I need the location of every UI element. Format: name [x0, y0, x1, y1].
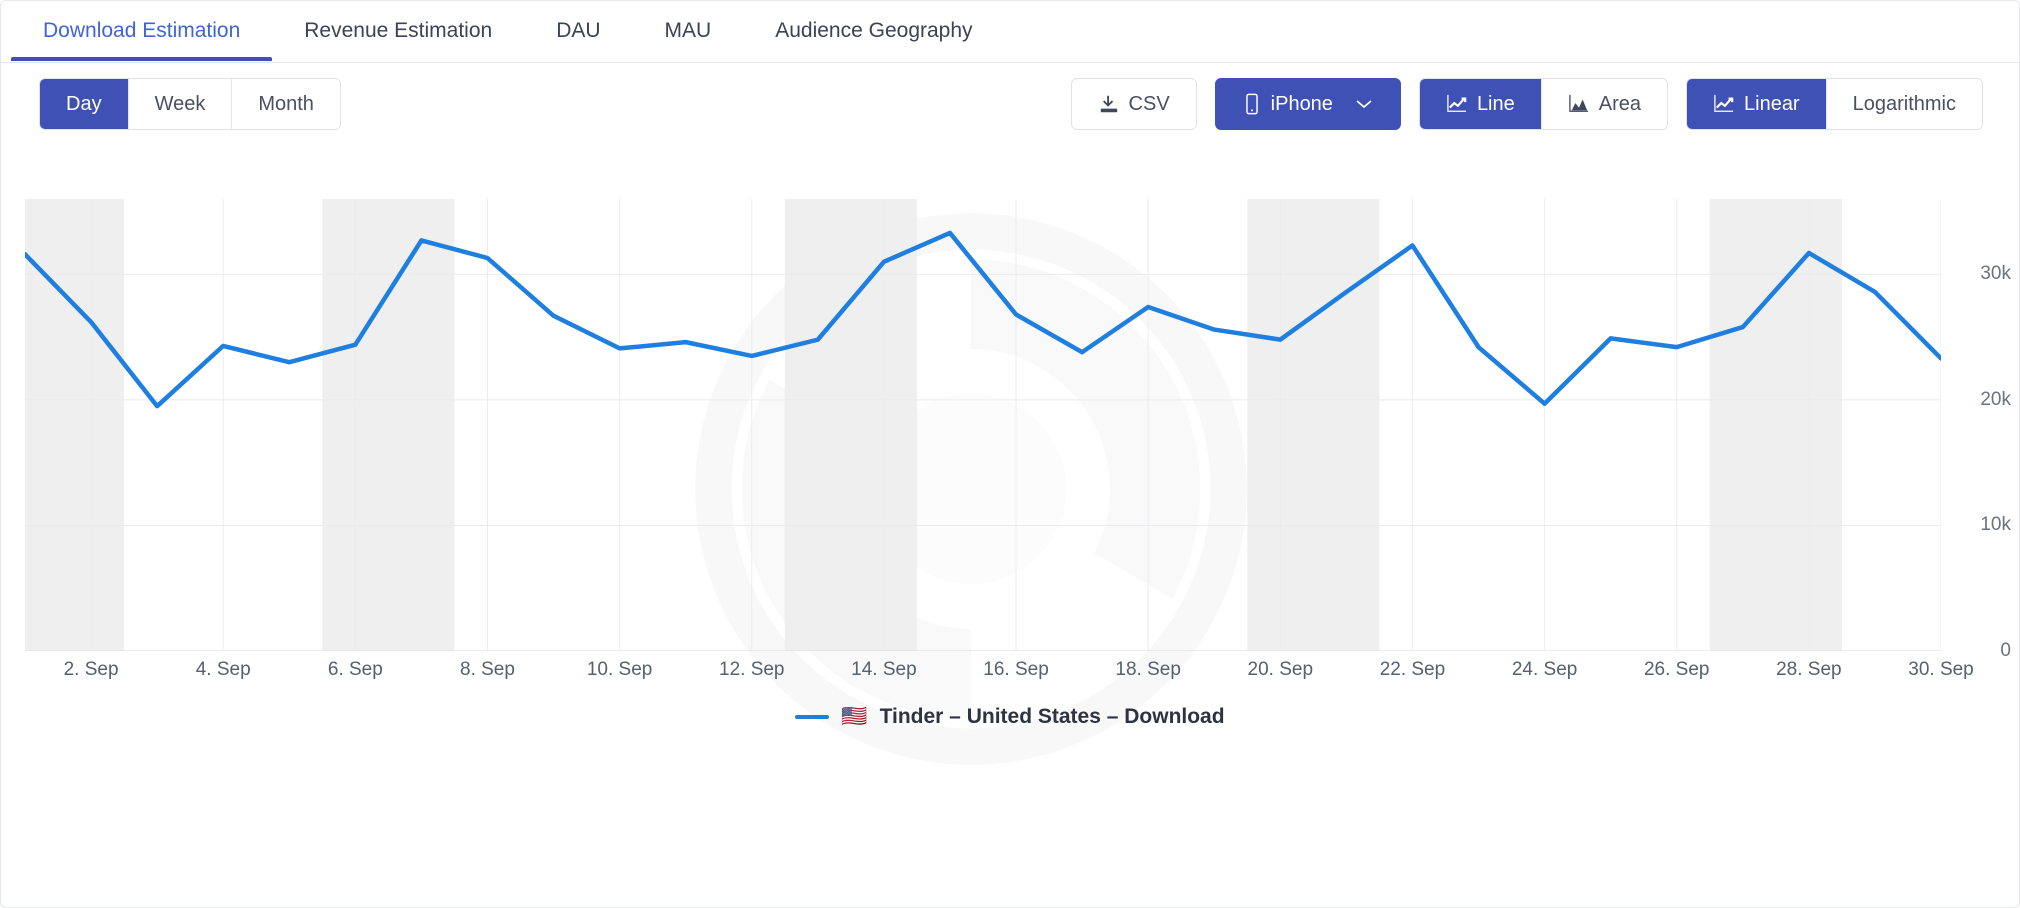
scale-logarithmic-label: Logarithmic [1852, 92, 1956, 115]
x-axis-tick-label: 22. Sep [1379, 659, 1446, 680]
download-estimation-panel: Download Estimation Revenue Estimation D… [0, 0, 2020, 908]
chart-type-area-label: Area [1598, 92, 1641, 115]
granularity-week-label: Week [154, 92, 206, 115]
chart-plot-area[interactable] [25, 199, 1941, 651]
tab-label: Download Estimation [43, 19, 241, 42]
x-axis-tick-label: 2. Sep [63, 659, 119, 680]
tab-label: Revenue Estimation [304, 19, 493, 42]
y-axis-labels: 0 10k 20k 30k [1951, 199, 2011, 661]
scale-linear-label: Linear [1744, 92, 1800, 115]
granularity-week-button[interactable]: Week [128, 79, 233, 129]
x-axis-tick-label: 24. Sep [1511, 659, 1578, 680]
x-axis-tick-label: 26. Sep [1643, 659, 1710, 680]
chart-toolbar: Day Week Month CSV iPhone Line Area Line… [1, 63, 2019, 145]
x-axis-tick-label: 6. Sep [327, 659, 383, 680]
x-axis-tick-label: 18. Sep [1115, 659, 1181, 680]
granularity-button-group: Day Week Month [39, 78, 341, 130]
area-chart-icon [1568, 94, 1590, 114]
weekend-band [1247, 199, 1380, 651]
x-axis-tick-label: 28. Sep [1776, 659, 1842, 680]
y-axis-tick-label: 0 [2000, 640, 2011, 661]
weekend-band [322, 199, 455, 651]
chevron-down-icon [1354, 97, 1374, 111]
download-icon [1098, 93, 1120, 115]
scale-logarithmic-button[interactable]: Logarithmic [1826, 79, 1982, 129]
x-axis-tick-label: 10. Sep [586, 659, 653, 680]
legend-line-swatch [795, 715, 830, 719]
weekend-band [1709, 199, 1842, 651]
tab-audience-geography[interactable]: Audience Geography [743, 1, 1004, 61]
chart-container: 0 10k 20k 30k 2. Sep 4. Sep 6. Sep 8. Sep 10. S… [1, 149, 2019, 849]
granularity-day-button[interactable]: Day [40, 79, 129, 129]
x-axis-tick-label: 4. Sep [195, 659, 251, 680]
us-flag-icon: 🇺🇸 [841, 705, 868, 728]
granularity-day-label: Day [66, 92, 102, 115]
tab-label: DAU [556, 19, 601, 42]
x-axis-tick-label: 14. Sep [851, 659, 917, 680]
tab-label: MAU [664, 19, 712, 42]
x-axis-tick-label: 12. Sep [719, 659, 785, 680]
tab-revenue-estimation[interactable]: Revenue Estimation [272, 1, 524, 61]
granularity-month-label: Month [258, 92, 314, 115]
tab-dau[interactable]: DAU [524, 1, 632, 61]
chart-svg [25, 199, 1941, 651]
y-axis-tick-label: 30k [1980, 263, 2011, 285]
phone-icon [1242, 93, 1262, 115]
chart-type-area-button[interactable]: Area [1541, 79, 1667, 129]
platform-label: iPhone [1270, 92, 1333, 115]
weekend-band [784, 199, 917, 651]
x-axis-tick-label: 8. Sep [460, 659, 515, 680]
x-axis-tick-label: 20. Sep [1247, 659, 1314, 680]
tab-label: Audience Geography [775, 19, 973, 42]
granularity-month-button[interactable]: Month [232, 79, 340, 129]
chart-type-line-label: Line [1476, 92, 1515, 115]
x-axis-labels: 2. Sep 4. Sep 6. Sep 8. Sep 10. Sep 12. Sep 14… [25, 659, 1974, 693]
scale-button-group: Linear Logarithmic [1686, 78, 1983, 130]
csv-export-button[interactable]: CSV [1070, 78, 1197, 130]
legend-label: Tinder – United States – Download [879, 705, 1225, 728]
chart-type-button-group: Line Area [1418, 78, 1668, 130]
chart-legend[interactable]: 🇺🇸 Tinder – United States – Download [1, 705, 2019, 729]
series-line [25, 230, 1941, 409]
x-axis-tick-label: 30. Sep [1908, 659, 1974, 680]
scale-linear-button[interactable]: Linear [1687, 79, 1827, 129]
y-axis-tick-label: 20k [1980, 388, 2011, 410]
line-chart-icon [1446, 94, 1468, 114]
tab-download-estimation[interactable]: Download Estimation [11, 1, 273, 61]
tab-bar: Download Estimation Revenue Estimation D… [1, 1, 2019, 63]
y-axis-tick-label: 10k [1980, 514, 2011, 536]
tab-mau[interactable]: MAU [633, 1, 744, 61]
line-chart-icon [1713, 94, 1735, 114]
csv-export-label: CSV [1128, 92, 1170, 115]
chart-type-line-button[interactable]: Line [1419, 79, 1542, 129]
x-axis-tick-label: 16. Sep [983, 659, 1049, 680]
platform-dropdown-button[interactable]: iPhone [1214, 78, 1401, 130]
